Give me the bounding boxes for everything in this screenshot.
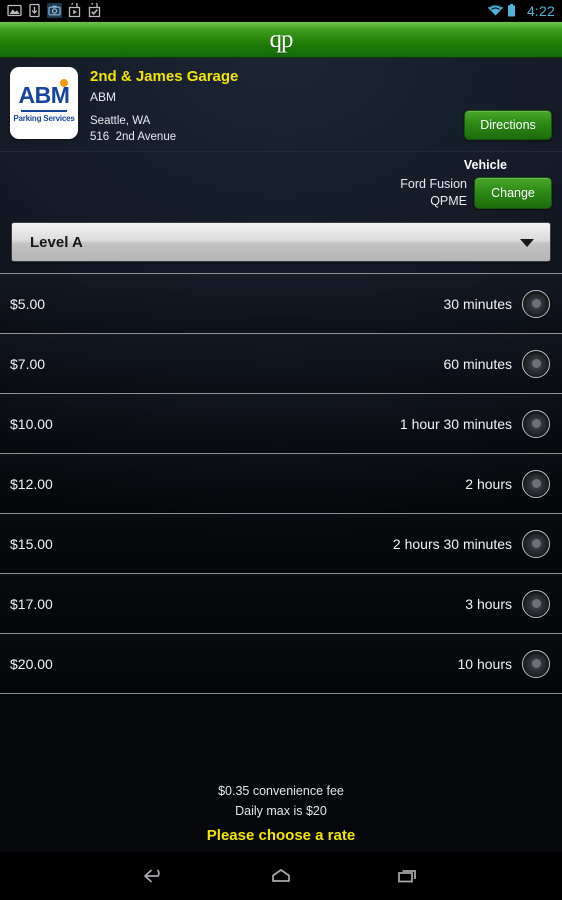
rate-price: $17.00 [10, 595, 53, 612]
app-bar: qp [0, 22, 562, 58]
home-button[interactable] [258, 861, 304, 891]
garage-operator: ABM [90, 89, 117, 104]
wifi-icon [487, 3, 503, 18]
daily-max-text: Daily max is $20 [235, 804, 327, 818]
vehicle-block: Vehicle Ford Fusion QPME Change [400, 158, 552, 210]
rate-radio-button[interactable] [522, 469, 550, 498]
rate-duration: 30 minutes [443, 295, 512, 312]
rate-row[interactable]: $12.00 2 hours [0, 454, 562, 514]
main-content: ABM Parking Services 2nd & James Garage … [0, 58, 562, 852]
abm-divider [21, 109, 67, 112]
rate-row[interactable]: $15.00 2 hours 30 minutes [0, 514, 562, 574]
rate-row[interactable]: $17.00 3 hours [0, 574, 562, 634]
recents-icon [398, 870, 417, 883]
abm-logo: ABM Parking Services [10, 67, 78, 139]
rate-radio-button[interactable] [522, 349, 550, 378]
rate-list: $5.00 30 minutes $7.00 60 minutes $10.00 1 ho… [0, 273, 562, 694]
app-screen: 4:22 qp ABM Parking Services 2nd & James… [0, 0, 562, 900]
rate-radio-button[interactable] [522, 589, 550, 618]
vehicle-info: Ford Fusion QPME [400, 176, 467, 210]
image-icon [7, 3, 22, 18]
screenshot-icon [47, 3, 62, 18]
rate-price: $15.00 [10, 535, 53, 552]
rate-row[interactable]: $5.00 30 minutes [0, 274, 562, 334]
garage-address: 516 2nd Avenue [90, 131, 177, 144]
chevron-down-icon [520, 239, 534, 247]
rate-row[interactable]: $20.00 10 hours [0, 634, 562, 694]
vehicle-plate: QPME [430, 193, 467, 208]
rate-duration: 2 hours [465, 475, 512, 492]
rate-row[interactable]: $7.00 60 minutes [0, 334, 562, 394]
back-button[interactable] [131, 861, 177, 891]
garage-details: 2nd & James Garage ABM Seattle, WA 516 2… [90, 66, 238, 146]
android-nav-bar [0, 852, 562, 900]
rate-price: $12.00 [10, 475, 53, 492]
recents-button[interactable] [385, 861, 431, 891]
notification-icons [7, 1, 102, 18]
back-icon [143, 869, 160, 883]
rate-row[interactable]: $10.00 1 hour 30 minutes [0, 394, 562, 454]
home-icon [272, 869, 290, 882]
vehicle-make: Ford Fusion [400, 177, 467, 191]
level-selector[interactable]: Level A [11, 222, 551, 262]
play-store-icon [67, 1, 82, 18]
rate-radio-button[interactable] [522, 649, 550, 678]
status-indicators: 4:22 [487, 3, 555, 18]
quickpay-logo: qp [269, 26, 294, 53]
vehicle-section: Vehicle Ford Fusion QPME Change [0, 152, 562, 220]
rate-price: $20.00 [10, 655, 53, 672]
battery-icon [507, 3, 522, 18]
status-bar: 4:22 [0, 0, 562, 22]
garage-name: 2nd & James Garage [90, 68, 239, 85]
level-selector-wrap: Level A [0, 222, 562, 262]
abm-orange-dot-icon [60, 78, 69, 87]
convenience-fee-text: $0.35 convenience fee [218, 784, 344, 798]
rate-radio-button[interactable] [522, 529, 550, 558]
vehicle-heading: Vehicle [463, 158, 507, 172]
rate-radio-button[interactable] [522, 409, 550, 438]
level-selector-value: Level A [30, 233, 83, 251]
change-vehicle-button[interactable]: Change [474, 176, 552, 209]
rate-price: $5.00 [10, 295, 46, 312]
checkbox-bag-icon [87, 1, 102, 18]
directions-button[interactable]: Directions [464, 110, 552, 140]
garage-city: Seattle, WA [90, 114, 151, 127]
abm-wordmark-wrap: ABM [19, 78, 70, 107]
rate-duration: 1 hour 30 minutes [399, 415, 512, 432]
rate-price: $7.00 [10, 355, 46, 372]
footer: $0.35 convenience fee Daily max is $20 P… [0, 781, 562, 844]
abm-tagline: Parking Services [13, 113, 75, 123]
rate-duration: 10 hours [457, 655, 512, 672]
vehicle-row: Ford Fusion QPME Change [400, 176, 552, 210]
rate-price: $10.00 [10, 415, 53, 432]
download-icon [27, 3, 42, 18]
rate-duration: 60 minutes [443, 355, 512, 372]
choose-rate-prompt: Please choose a rate [206, 827, 356, 844]
rate-duration: 3 hours [465, 595, 512, 612]
garage-header: ABM Parking Services 2nd & James Garage … [0, 58, 562, 152]
clock: 4:22 [526, 2, 555, 19]
rate-radio-button[interactable] [522, 289, 550, 318]
rate-duration: 2 hours 30 minutes [392, 535, 512, 552]
